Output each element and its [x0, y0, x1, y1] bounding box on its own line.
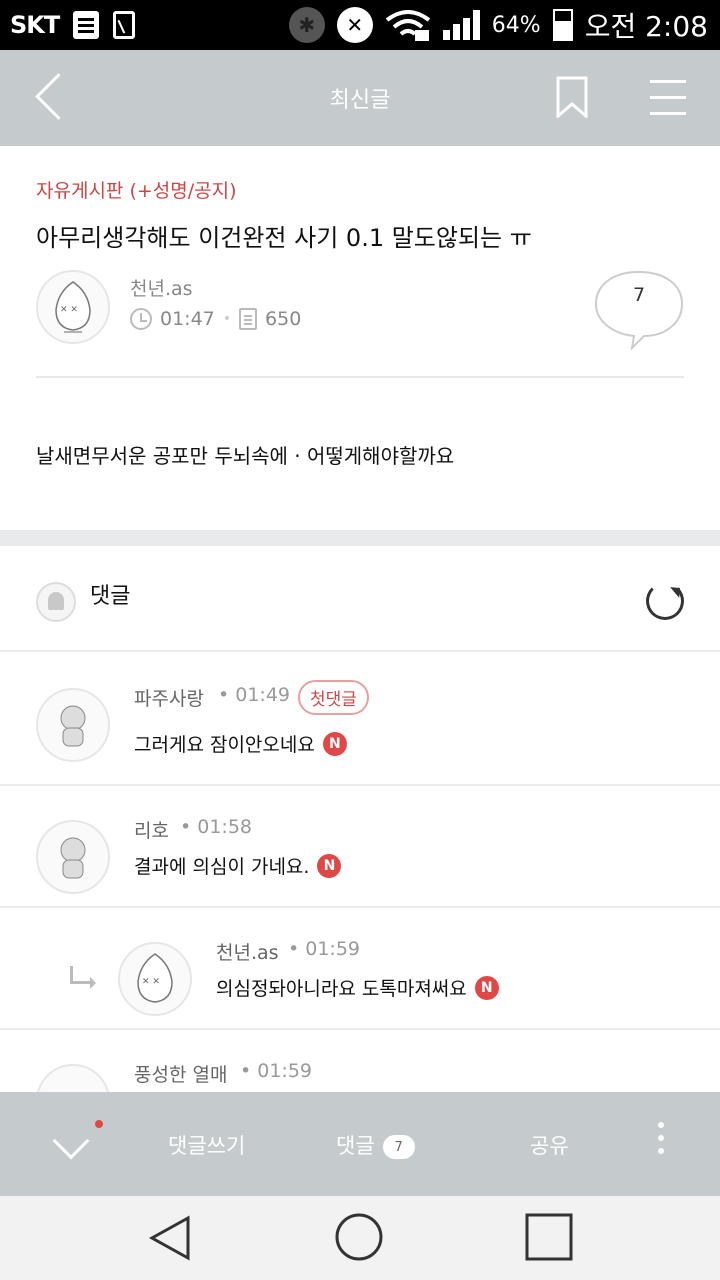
comment-text: 결과에 의심이 가네요. N [134, 852, 342, 879]
mute-icon: ✕ [336, 7, 373, 43]
svg-text:✕ ✕: ✕ ✕ [142, 977, 160, 987]
bookmark-icon[interactable] [556, 76, 588, 118]
commenter-avatar[interactable]: ✕ ✕ [118, 942, 192, 1016]
author-avatar[interactable]: ✕ ✕ [36, 270, 110, 344]
status-bar: SKT ✱ ✕ 64% 오전 2:08 [0, 0, 720, 50]
share-button[interactable]: 공유 [530, 1130, 569, 1160]
post-title: 아무리생각해도 이건완전 사기 0.1 말도않되는 ㅠ [36, 224, 532, 252]
refresh-icon[interactable] [646, 582, 684, 620]
post-views: 650 [265, 308, 302, 330]
more-options-icon[interactable] [658, 1122, 664, 1162]
collapse-chevron-icon[interactable] [52, 1122, 90, 1160]
comments-label: 댓글 [90, 584, 131, 609]
character-avatar-icon [60, 705, 86, 747]
hamburger-menu-icon[interactable] [650, 80, 686, 115]
comment-time: • 01:49 [218, 684, 291, 706]
page-title: 최신글 [329, 88, 391, 113]
bell-icon[interactable] [36, 582, 76, 622]
comments-button-label: 댓글 [336, 1134, 375, 1158]
clock-time: 오전 2:08 [584, 10, 708, 43]
commenter-name[interactable]: 천년.as [216, 938, 279, 965]
app-header: 최신글 [0, 50, 720, 146]
nav-recents-icon[interactable] [524, 1212, 574, 1262]
peach-character-icon: ✕ ✕ [137, 953, 173, 1003]
peach-character-icon: ✕ ✕ [55, 281, 91, 333]
wifi-lock-icon [385, 10, 430, 41]
post-time: 01:47 [160, 308, 215, 330]
carrier-name: SKT [10, 11, 60, 39]
comment-text: 의심정돠아니라요 도톡마져써요 N [216, 974, 499, 1001]
commenter-name[interactable]: 파주사랑 [134, 684, 204, 711]
section-separator [0, 530, 720, 546]
commenter-avatar[interactable] [36, 688, 110, 762]
post-article: 자유게시판 (+성명/공지) 아무리생각해도 이건완전 사기 0.1 말도않되는… [0, 146, 720, 530]
new-badge: N [317, 853, 342, 878]
document-notification-icon [73, 11, 100, 39]
svg-text:✕ ✕: ✕ ✕ [60, 305, 78, 315]
divider [36, 376, 684, 378]
comment-time: • 01:58 [180, 816, 253, 838]
bottom-action-bar: 댓글쓰기 댓글 7 공유 [0, 1092, 720, 1196]
comment-item: 파주사랑 • 01:49 첫댓글 그러게요 잠이안오네요 N [0, 654, 720, 786]
comment-text: 그러게요 잠이안오네요 N [134, 730, 347, 757]
battery-percent: 64% [491, 12, 541, 38]
battery-icon [552, 9, 573, 41]
separator-dot: • [222, 311, 232, 327]
commenter-name[interactable]: 리호 [134, 816, 169, 843]
post-comment-count: 7 [632, 284, 646, 306]
views-icon [239, 308, 258, 330]
clock-icon [130, 308, 152, 330]
comments-button[interactable]: 댓글 7 [336, 1130, 415, 1160]
new-badge: N [474, 975, 499, 1000]
post-author[interactable]: 천년.as [130, 274, 193, 301]
post-category[interactable]: 자유게시판 (+성명/공지) [36, 176, 237, 203]
nav-home-icon[interactable] [334, 1212, 384, 1262]
comments-header: 댓글 [0, 546, 720, 652]
commenter-name[interactable]: 풍성한 열매 [134, 1060, 227, 1087]
notification-dot [95, 1120, 103, 1128]
post-body: 날새면무서운 공포만 두뇌속에 · 어떻게해야할까요 [36, 444, 455, 468]
comment-item: 리호 • 01:58 결과에 의심이 가네요. N [0, 786, 720, 908]
reply-arrow-icon [70, 966, 96, 989]
reply-comment-item: ✕ ✕ 천년.as • 01:59 의심정돠아니라요 도톡마져써요 N [0, 908, 720, 1030]
first-comment-badge: 첫댓글 [298, 680, 369, 715]
system-nav-bar [0, 1196, 720, 1280]
write-comment-button[interactable]: 댓글쓰기 [168, 1130, 245, 1160]
commenter-avatar[interactable] [36, 820, 110, 894]
new-badge: N [322, 731, 347, 756]
comment-time: • 01:59 [288, 938, 361, 960]
character-avatar-icon [60, 837, 86, 879]
bluetooth-icon: ✱ [288, 7, 325, 43]
nav-back-icon[interactable] [146, 1214, 194, 1262]
post-meta: 01:47 • 650 [130, 308, 301, 330]
comment-bubble-icon[interactable] [594, 270, 684, 350]
comments-count-badge: 7 [382, 1135, 415, 1159]
comment-time: • 01:59 [240, 1060, 313, 1082]
commenter-avatar[interactable] [36, 1064, 110, 1092]
signal-strength-icon [442, 10, 480, 40]
comment-item: 풍성한 열매 • 01:59 [0, 1030, 720, 1092]
phone-notification-icon [113, 11, 136, 39]
